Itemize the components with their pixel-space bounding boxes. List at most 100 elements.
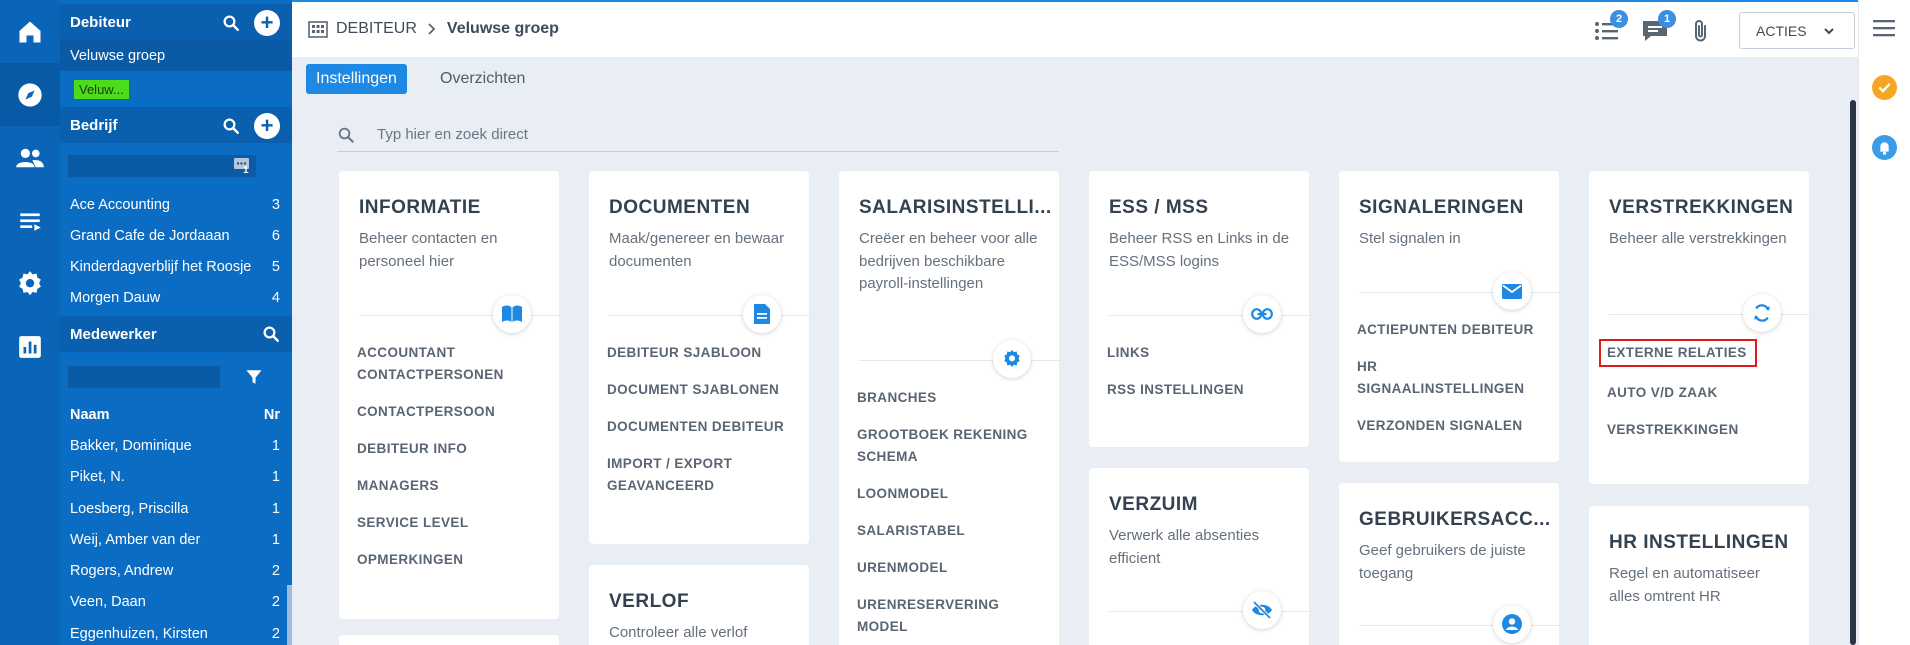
card-description: Controleer alle verlof <box>609 624 748 641</box>
medewerker-header: Medewerker <box>60 316 292 352</box>
actions-dropdown[interactable]: ACTIES <box>1739 12 1855 49</box>
bell-icon[interactable] <box>1872 135 1897 160</box>
breadcrumb-root[interactable]: DEBITEUR <box>336 20 417 38</box>
link-grootboek-rekening-schema[interactable]: GROOTBOEK REKENING SCHEMA <box>857 424 1047 468</box>
link-accountant-contactpersonen[interactable]: ACCOUNTANT CONTACTPERSONEN <box>357 342 547 386</box>
link-loonmodel[interactable]: LOONMODEL <box>857 483 1047 505</box>
debiteur-title: Debiteur <box>70 13 131 31</box>
medewerker-row[interactable]: Rogers, Andrew 2 <box>60 555 292 586</box>
link-salaristabel[interactable]: SALARISTABEL <box>857 520 1047 542</box>
link-rss-instellingen[interactable]: RSS INSTELLINGEN <box>1107 379 1297 401</box>
search-icon[interactable] <box>222 14 240 32</box>
add-debiteur-button[interactable]: + <box>254 10 280 36</box>
card-links: LINKS RSS INSTELLINGEN <box>1107 342 1297 416</box>
medewerker-row[interactable]: Loesberg, Priscilla 1 <box>60 493 292 524</box>
tasks-count-badge: 2 <box>1610 10 1628 28</box>
link-import-export[interactable]: IMPORT / EXPORT GEAVANCEERD <box>607 453 797 497</box>
link-debiteur-info[interactable]: DEBITEUR INFO <box>357 438 547 460</box>
card-description: Geef gebruikers de juiste toegang <box>1359 542 1526 582</box>
card-description: Stel signalen in <box>1359 230 1461 247</box>
tab-instellingen[interactable]: Instellingen <box>306 64 407 94</box>
tasks-button[interactable]: 2 <box>1590 10 1628 48</box>
add-bedrijf-button[interactable]: + <box>254 113 280 139</box>
debiteur-header: Debiteur + <box>60 4 292 40</box>
card-title: SALARISINSTELLI... <box>859 197 1052 218</box>
medewerker-row[interactable]: Veen, Daan 2 <box>60 586 292 617</box>
medewerker-row[interactable]: Weij, Amber van der 1 <box>60 524 292 555</box>
compass-icon[interactable] <box>0 63 60 126</box>
link-contactpersoon[interactable]: CONTACTPERSOON <box>357 401 547 423</box>
medewerker-row[interactable]: Eggenhuizen, Kirsten 2 <box>60 618 292 645</box>
users-icon[interactable] <box>0 126 60 189</box>
tab-overzichten[interactable]: Overzichten <box>430 64 535 94</box>
gear-icon <box>993 340 1031 378</box>
sync-icon <box>1743 294 1781 332</box>
home-icon[interactable] <box>0 0 60 63</box>
medewerker-nr: 2 <box>271 625 280 642</box>
bedrijf-item[interactable]: Ace Accounting 3 <box>60 189 292 220</box>
icon-rail <box>0 0 60 645</box>
link-documenten-debiteur[interactable]: DOCUMENTEN DEBITEUR <box>607 416 797 438</box>
building-icon <box>308 21 328 38</box>
medewerker-filter-input[interactable] <box>68 366 220 388</box>
menu-icon[interactable] <box>1873 18 1895 38</box>
card-partial <box>339 635 559 645</box>
bedrijf-item-label: Ace Accounting <box>70 196 170 213</box>
bedrijf-item-label: Morgen Dauw <box>70 289 161 306</box>
link-verzonden-signalen[interactable]: VERZONDEN SIGNALEN <box>1357 415 1547 437</box>
medewerker-row[interactable]: Piket, N. 1 <box>60 461 292 492</box>
link-service-level[interactable]: SERVICE LEVEL <box>357 512 547 534</box>
search-icon[interactable] <box>222 117 240 135</box>
col-naam: Naam <box>70 406 110 423</box>
debiteur-selected[interactable]: Veluwse groep <box>60 40 292 71</box>
link-managers[interactable]: MANAGERS <box>357 475 547 497</box>
link-externe-relaties[interactable]: EXTERNE RELATIES <box>1599 339 1757 367</box>
bedrijf-filter-input[interactable] <box>68 155 256 177</box>
link-branches[interactable]: BRANCHES <box>857 387 1047 409</box>
top-bar: DEBITEUR Veluwse groep 2 1 ACTIES <box>292 0 1870 57</box>
bedrijf-item-count: 3 <box>271 196 280 213</box>
bedrijf-item[interactable]: Grand Cafe de Jordaaan 6 <box>60 220 292 251</box>
search-icon[interactable] <box>262 325 280 343</box>
search-bar <box>337 118 1059 152</box>
bedrijf-header: Bedrijf + <box>60 107 292 143</box>
settings-icon[interactable] <box>0 252 60 315</box>
messages-button[interactable]: 1 <box>1638 10 1676 48</box>
card-description: Beheer contacten en personeel hier <box>359 230 498 270</box>
card-title: INFORMATIE <box>359 197 481 218</box>
panel-scrollbar[interactable] <box>287 585 292 645</box>
link-verstrekkingen[interactable]: VERSTREKKINGEN <box>1607 419 1797 441</box>
filter-icon[interactable] <box>245 368 263 386</box>
card-signaleringen: SIGNALERINGEN Stel signalen in ACTIEPUNT… <box>1339 171 1559 462</box>
card-informatie: INFORMATIE Beheer contacten en personeel… <box>339 171 559 619</box>
link-links[interactable]: LINKS <box>1107 342 1297 364</box>
link-actiepunten-debiteur[interactable]: ACTIEPUNTEN DEBITEUR <box>1357 319 1547 341</box>
debiteur-badge[interactable]: Veluw... <box>74 80 129 99</box>
card-links: DEBITEUR SJABLOON DOCUMENT SJABLONEN DOC… <box>607 342 797 512</box>
link-urenmodel[interactable]: URENMODEL <box>857 557 1047 579</box>
link-debiteur-sjabloon[interactable]: DEBITEUR SJABLOON <box>607 342 797 364</box>
link-opmerkingen[interactable]: OPMERKINGEN <box>357 549 547 571</box>
medewerker-row[interactable]: Bakker, Dominique 1 <box>60 430 292 461</box>
search-input[interactable] <box>377 126 977 143</box>
list-icon[interactable] <box>0 189 60 252</box>
link-auto-vd-zaak[interactable]: AUTO V/D ZAAK <box>1607 382 1797 404</box>
main-scrollbar[interactable] <box>1850 100 1856 645</box>
check-status-icon[interactable] <box>1872 75 1897 100</box>
link-urenreservering-model[interactable]: URENRESERVERING MODEL <box>857 594 1047 638</box>
bedrijf-item[interactable]: Morgen Dauw 4 <box>60 282 292 313</box>
card-description: Verwerk alle absenties efficient <box>1109 527 1260 567</box>
filter-count-icon[interactable]: 1 <box>233 157 251 176</box>
link-document-sjablonen[interactable]: DOCUMENT SJABLONEN <box>607 379 797 401</box>
attachment-icon[interactable] <box>1684 14 1718 48</box>
medewerker-nr: 1 <box>271 500 280 517</box>
bedrijf-item[interactable]: Kinderdagverblijf het Roosje 5 <box>60 251 292 282</box>
card-title: VERZUIM <box>1109 494 1198 515</box>
card-title: VERSTREKKINGEN <box>1609 197 1794 218</box>
medewerker-nr: 1 <box>271 468 280 485</box>
bedrijf-item-label: Kinderdagverblijf het Roosje <box>70 258 252 275</box>
search-icon <box>338 127 354 143</box>
link-hr-signaalinstellingen[interactable]: HR SIGNAALINSTELLINGEN <box>1357 356 1547 400</box>
chart-icon[interactable] <box>0 315 60 378</box>
bedrijf-item-count: 5 <box>271 258 280 275</box>
